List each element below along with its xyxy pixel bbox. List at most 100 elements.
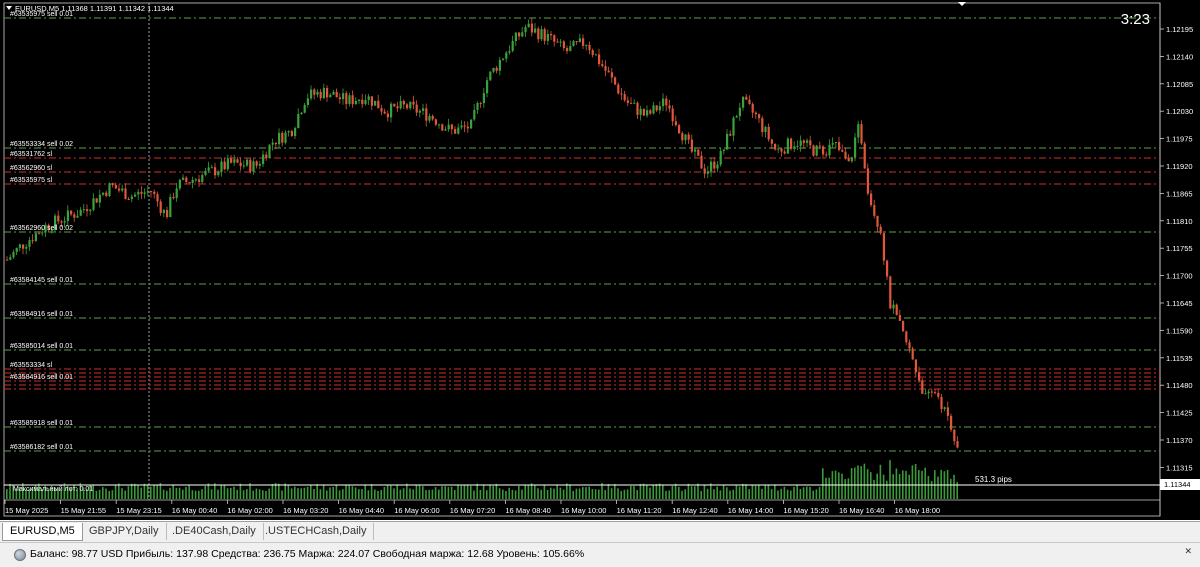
bear-candle [729,133,732,136]
volume-bar [332,487,334,499]
price-tick-label: 1.11645 [1166,299,1193,308]
bull-candle [793,146,796,149]
time-tick-label: 16 May 18:00 [895,506,940,515]
bear-candle [550,34,553,36]
bull-candle [306,98,309,105]
volume-bar [406,483,408,499]
volume-bar [98,489,101,499]
bear-candle [886,260,889,277]
chevron-down-icon[interactable] [6,6,12,10]
bear-candle [665,98,668,106]
chart-window[interactable]: 1.12195 1.12140 1.12085 1.12030 1.11975 1.119… [0,0,1200,520]
tab-eurusd[interactable]: EURUSD,M5 [2,523,83,541]
order-label: #63585918 sell 0.01 [10,420,73,427]
bear-candle [361,99,364,105]
volume-bar [223,485,226,499]
bear-candle [700,155,703,169]
volume-bar [569,484,571,499]
bull-candle [489,71,492,81]
bear-candle [668,105,671,109]
bull-candle [492,67,495,72]
volume-bar [582,487,584,499]
volume-bar [95,490,98,499]
bull-candle [422,108,425,111]
shift-marker-icon[interactable] [958,2,966,6]
volume-bar [930,481,933,499]
bear-candle [239,162,242,167]
bull-candle [278,132,281,145]
volume-bar [287,485,290,499]
volume-bar [812,490,814,499]
bull-candle [258,164,261,166]
volume-bar [380,490,382,499]
bull-candle [76,215,79,218]
volume-bar [265,490,267,499]
order-label: #63553334 sell 0.02 [10,141,73,148]
volume-bar [444,486,446,499]
volume-bar [588,486,590,499]
volume-bar [863,463,866,499]
volume-bar [642,483,645,499]
bull-candle [447,124,450,130]
volume-bar [918,470,920,499]
volume-bar [735,485,738,499]
volume-bar [594,489,597,499]
time-tick-label: 15 May 23:15 [116,506,161,515]
bull-candle [268,144,271,159]
volume-bar [953,474,955,499]
volume-bar [470,485,472,499]
volume-bar [156,485,158,499]
volume-bar [399,489,402,499]
volume-bar [521,489,523,499]
volume-bar [924,467,926,499]
volume-bar [530,483,533,499]
volume-bar [495,483,498,499]
volume-bar [652,484,654,499]
bear-candle [166,209,169,218]
bear-candle [553,35,556,42]
bear-candle [338,97,341,100]
tab-ustech[interactable]: .USTECHCash,Daily [258,523,375,540]
volume-bar [434,487,437,499]
bull-candle [722,149,725,152]
bear-candle [649,110,652,114]
volume-bar [271,484,274,499]
bear-candle [236,159,239,163]
tab-gbpjpy[interactable]: GBPJPY,Daily [82,523,167,540]
volume-bar [124,490,126,499]
volume-bar [591,488,594,499]
volume-bar [258,489,261,499]
bear-candle [537,28,540,40]
volume-bar [374,489,376,499]
volume-bar [300,488,302,499]
volume-bar [783,486,786,499]
bull-candle [444,129,447,131]
close-icon[interactable]: ✕ [1184,546,1192,557]
volume-bar [838,472,840,499]
volume-bar [150,486,152,499]
bear-candle [127,198,130,200]
bull-candle [146,191,149,193]
bull-candle [857,124,860,138]
bull-candle [303,104,306,113]
bull-candle [732,117,735,136]
volume-bar [114,484,117,499]
bull-candle [310,89,313,99]
tab-de40[interactable]: .DE40Cash,Daily [165,523,264,540]
bear-candle [188,182,191,184]
volume-bar [252,490,254,499]
volume-bar [546,489,549,499]
bear-candle [879,226,882,234]
volume-bar [655,484,658,499]
volume-bar [226,488,229,499]
bull-candle [399,101,402,109]
bear-candle [111,183,114,185]
price-chart[interactable]: 1.12195 1.12140 1.12085 1.12030 1.11975 1.119… [0,0,1200,520]
bull-candle [284,132,287,143]
bull-candle [540,29,543,40]
volume-bar [415,484,418,499]
bull-candle [505,52,508,59]
bear-candle [38,233,41,235]
max-lot-label: Максимальный лот: 0.01 [13,485,93,493]
bear-candle [905,331,908,343]
